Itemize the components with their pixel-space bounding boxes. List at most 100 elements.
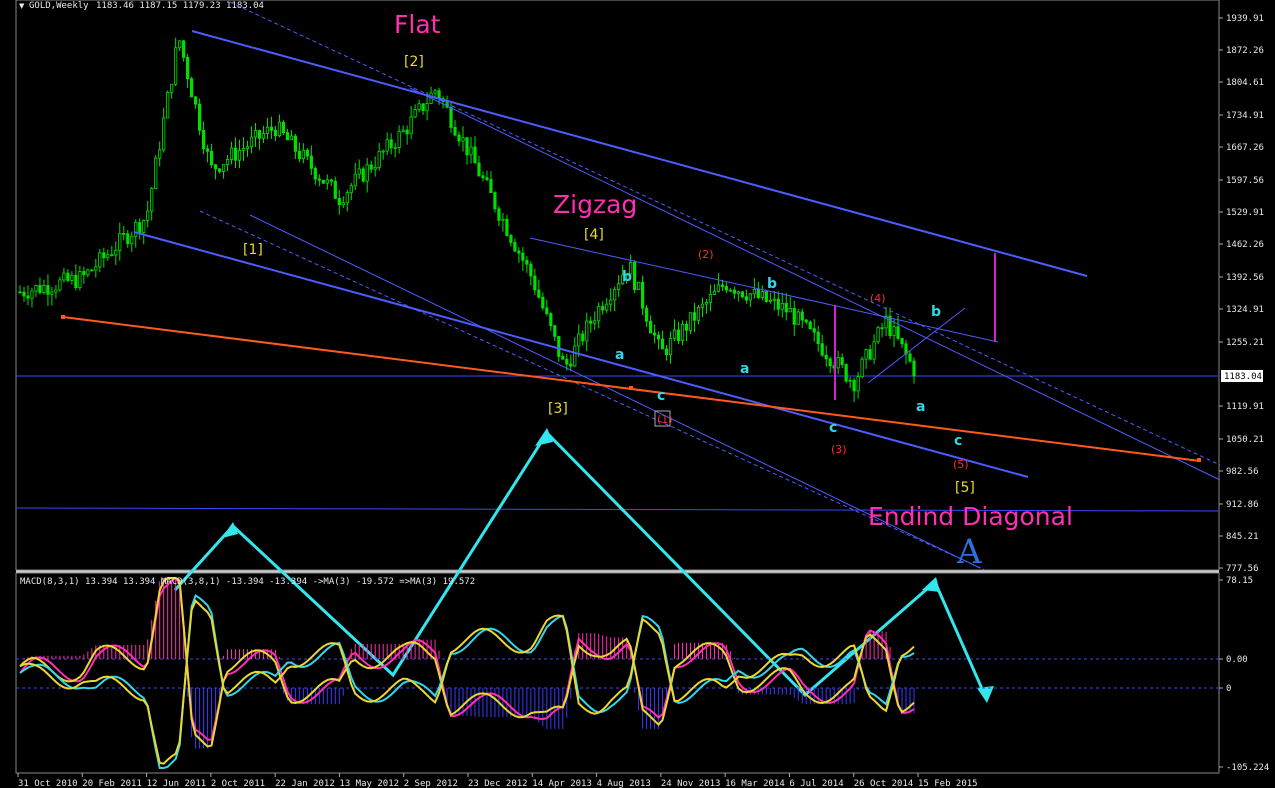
candle-body bbox=[589, 320, 593, 324]
indicator-axis[interactable]: 78.15 0.00 0 -105.224 bbox=[1219, 576, 1269, 773]
candle-body bbox=[684, 323, 689, 331]
candle-body bbox=[828, 358, 832, 367]
candle-body bbox=[609, 299, 613, 305]
wave-primary-5: [5] bbox=[955, 480, 975, 496]
wave-primary-4: [4] bbox=[584, 227, 604, 243]
candle-body bbox=[668, 337, 673, 356]
candle-body bbox=[217, 168, 222, 172]
candle-body bbox=[110, 254, 114, 257]
time-tick-label: 4 Aug 2013 bbox=[597, 779, 651, 788]
candle-body bbox=[792, 307, 796, 325]
candle-body bbox=[593, 320, 597, 324]
candle-body bbox=[46, 285, 50, 295]
indicator-tick-label: 0.00 bbox=[1226, 655, 1248, 665]
candle-body bbox=[808, 321, 812, 330]
indicator-tick-label: 0 bbox=[1226, 684, 1231, 694]
support-anchor-right[interactable] bbox=[1197, 458, 1201, 462]
wave-minor-b-3: b bbox=[931, 304, 941, 320]
candle-body bbox=[162, 117, 166, 151]
price-tick-label: 1804.61 bbox=[1226, 78, 1264, 88]
candle-body bbox=[533, 275, 537, 291]
candle-body bbox=[345, 192, 349, 204]
candle-body bbox=[401, 129, 405, 133]
candle-body bbox=[281, 121, 286, 133]
price-tick-label: 1255.21 bbox=[1226, 338, 1264, 348]
candle-body bbox=[752, 288, 756, 295]
candle-body bbox=[229, 147, 234, 160]
candle-body bbox=[656, 334, 661, 340]
wave-intermediate-2: (2) bbox=[698, 248, 714, 261]
time-tick-label: 31 Oct 2010 bbox=[18, 779, 78, 788]
candle-body bbox=[166, 92, 170, 119]
candle-body bbox=[301, 149, 305, 159]
price-tick-label: 1392.56 bbox=[1226, 273, 1264, 283]
candle-body bbox=[824, 354, 828, 360]
wave-intermediate-1: (1) bbox=[657, 413, 673, 426]
candle-body bbox=[812, 328, 816, 333]
candle-body bbox=[505, 218, 509, 236]
candle-body bbox=[772, 298, 776, 301]
candle-body bbox=[241, 148, 246, 151]
candle-body bbox=[509, 235, 513, 243]
candle-body bbox=[613, 289, 617, 301]
candle-body bbox=[644, 307, 649, 322]
candle-body bbox=[872, 341, 876, 360]
time-tick-label: 20 Feb 2011 bbox=[82, 779, 142, 788]
candle-body bbox=[237, 150, 242, 161]
time-axis[interactable]: 31 Oct 2010 20 Feb 2011 12 Jun 2011 2 Oct 2… bbox=[17, 773, 978, 788]
candle-body bbox=[680, 323, 685, 341]
candle-body bbox=[341, 202, 345, 206]
pattern-label-zigzag: Zigzag bbox=[553, 190, 637, 219]
candle-body bbox=[525, 259, 529, 265]
candle-body bbox=[704, 301, 709, 305]
candle-body bbox=[26, 295, 30, 299]
candle-body bbox=[573, 345, 577, 367]
candle-body bbox=[74, 274, 78, 288]
candle-body bbox=[373, 166, 377, 170]
candle-body bbox=[277, 121, 282, 136]
candle-body bbox=[78, 271, 82, 288]
candle-body bbox=[190, 78, 194, 98]
price-tick-label: 1050.21 bbox=[1226, 435, 1264, 445]
candle-body bbox=[664, 348, 669, 356]
candle-body bbox=[864, 349, 868, 360]
symbol-dropdown-icon[interactable]: ▼ bbox=[19, 2, 25, 10]
candle-body bbox=[194, 96, 198, 105]
candle-body bbox=[170, 83, 174, 93]
price-axis[interactable]: 1939.91 1872.26 1804.61 1734.91 1667.26 1597.… bbox=[1219, 14, 1264, 574]
candle-body bbox=[816, 331, 820, 345]
candle-body bbox=[249, 136, 254, 148]
pattern-label-flat: Flat bbox=[394, 10, 441, 39]
wave-intermediate-5: (5) bbox=[953, 458, 969, 471]
candle-body bbox=[293, 135, 297, 152]
candle-body bbox=[421, 103, 425, 112]
candle-body bbox=[912, 360, 916, 377]
candle-body bbox=[469, 146, 473, 156]
indicator-pane-frame bbox=[15, 572, 1220, 774]
support-anchor-left[interactable] bbox=[61, 315, 65, 319]
candle-body bbox=[840, 357, 844, 365]
candle-body bbox=[880, 327, 884, 330]
candle-body bbox=[489, 179, 493, 194]
candle-body bbox=[577, 333, 581, 347]
time-tick-label: 12 Jun 2011 bbox=[147, 779, 207, 788]
candle-body bbox=[273, 129, 278, 136]
support-anchor-mid[interactable] bbox=[629, 386, 633, 390]
candle-body bbox=[780, 303, 784, 310]
candle-body bbox=[253, 130, 258, 138]
candle-body bbox=[393, 147, 397, 149]
candle-body bbox=[66, 272, 70, 281]
wave-minor-b-2: b bbox=[767, 276, 777, 292]
candle-body bbox=[696, 307, 701, 321]
candle-body bbox=[54, 289, 58, 293]
candle-body bbox=[720, 284, 725, 287]
candle-body bbox=[22, 291, 26, 297]
gold-weekly-chart[interactable]: ▼ GOLD,Weekly 1183.46 1187.15 1179.23 11… bbox=[0, 0, 1275, 788]
candle-body bbox=[676, 329, 681, 341]
candle-body bbox=[158, 149, 162, 159]
candle-body bbox=[146, 210, 150, 221]
candle-body bbox=[405, 129, 409, 135]
candle-body bbox=[776, 298, 780, 310]
candle-body bbox=[796, 311, 800, 325]
price-tick-label: 1597.56 bbox=[1226, 176, 1264, 186]
